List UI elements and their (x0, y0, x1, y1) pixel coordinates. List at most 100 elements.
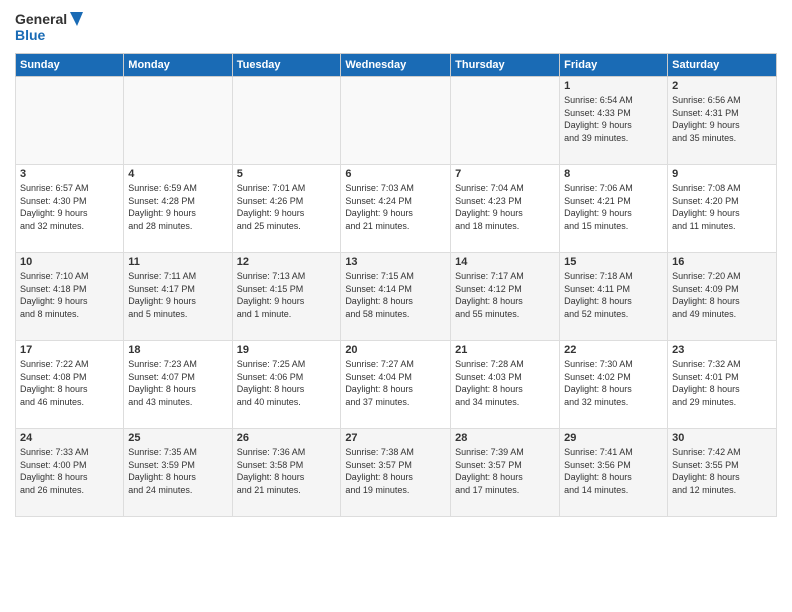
day-info: Sunrise: 7:35 AM Sunset: 3:59 PM Dayligh… (128, 446, 227, 496)
day-number: 4 (128, 168, 227, 180)
day-number: 11 (128, 256, 227, 268)
day-number: 7 (455, 168, 555, 180)
day-number: 3 (20, 168, 119, 180)
calendar-cell: 17 Sunrise: 7:22 AM Sunset: 4:08 PM Dayli… (16, 341, 124, 429)
day-info: Sunrise: 7:17 AM Sunset: 4:12 PM Dayligh… (455, 270, 555, 320)
day-number: 22 (564, 344, 663, 356)
week-row-4: 24 Sunrise: 7:33 AM Sunset: 4:00 PM Dayli… (16, 429, 777, 517)
week-row-2: 10Sunrise: 7:10 AM Sunset: 4:18 PM Dayli… (16, 253, 777, 341)
day-number: 18 (128, 344, 227, 356)
day-number: 12 (237, 256, 337, 268)
calendar-cell (341, 77, 451, 165)
calendar-cell: 2 Sunrise: 6:56 AM Sunset: 4:31 PM Daylig… (668, 77, 777, 165)
day-info: Sunrise: 7:38 AM Sunset: 3:57 PM Dayligh… (345, 446, 446, 496)
weekday-header-saturday: Saturday (668, 54, 777, 77)
day-info: Sunrise: 6:59 AM Sunset: 4:28 PM Dayligh… (128, 182, 227, 232)
svg-text:General: General (15, 11, 67, 27)
day-info: Sunrise: 7:39 AM Sunset: 3:57 PM Dayligh… (455, 446, 555, 496)
day-number: 19 (237, 344, 337, 356)
day-number: 1 (564, 80, 663, 92)
day-info: Sunrise: 6:57 AM Sunset: 4:30 PM Dayligh… (20, 182, 119, 232)
week-row-0: 1 Sunrise: 6:54 AM Sunset: 4:33 PM Daylig… (16, 77, 777, 165)
day-info: Sunrise: 7:20 AM Sunset: 4:09 PM Dayligh… (672, 270, 772, 320)
calendar-cell: 13 Sunrise: 7:15 AM Sunset: 4:14 PM Dayli… (341, 253, 451, 341)
calendar-cell: 22 Sunrise: 7:30 AM Sunset: 4:02 PM Dayli… (560, 341, 668, 429)
calendar-cell: 30Sunrise: 7:42 AM Sunset: 3:55 PM Dayli… (668, 429, 777, 517)
day-number: 15 (564, 256, 663, 268)
logo-icon: GeneralBlue (15, 10, 85, 45)
svg-text:Blue: Blue (15, 27, 46, 43)
day-info: Sunrise: 7:33 AM Sunset: 4:00 PM Dayligh… (20, 446, 119, 496)
calendar-cell: 19 Sunrise: 7:25 AM Sunset: 4:06 PM Dayli… (232, 341, 341, 429)
calendar-cell (124, 77, 232, 165)
weekday-header-sunday: Sunday (16, 54, 124, 77)
day-info: Sunrise: 7:23 AM Sunset: 4:07 PM Dayligh… (128, 358, 227, 408)
day-info: Sunrise: 7:36 AM Sunset: 3:58 PM Dayligh… (237, 446, 337, 496)
day-info: Sunrise: 7:15 AM Sunset: 4:14 PM Dayligh… (345, 270, 446, 320)
calendar-cell (16, 77, 124, 165)
calendar-cell: 3 Sunrise: 6:57 AM Sunset: 4:30 PM Daylig… (16, 165, 124, 253)
day-info: Sunrise: 7:30 AM Sunset: 4:02 PM Dayligh… (564, 358, 663, 408)
day-info: Sunrise: 6:54 AM Sunset: 4:33 PM Dayligh… (564, 94, 663, 144)
day-number: 14 (455, 256, 555, 268)
weekday-header-friday: Friday (560, 54, 668, 77)
weekday-header-row: SundayMondayTuesdayWednesdayThursdayFrid… (16, 54, 777, 77)
calendar-cell: 1 Sunrise: 6:54 AM Sunset: 4:33 PM Daylig… (560, 77, 668, 165)
calendar: SundayMondayTuesdayWednesdayThursdayFrid… (15, 53, 777, 517)
calendar-cell: 27 Sunrise: 7:38 AM Sunset: 3:57 PM Dayli… (341, 429, 451, 517)
calendar-cell: 18 Sunrise: 7:23 AM Sunset: 4:07 PM Dayli… (124, 341, 232, 429)
day-info: Sunrise: 7:22 AM Sunset: 4:08 PM Dayligh… (20, 358, 119, 408)
weekday-header-monday: Monday (124, 54, 232, 77)
day-info: Sunrise: 7:01 AM Sunset: 4:26 PM Dayligh… (237, 182, 337, 232)
calendar-cell: 28 Sunrise: 7:39 AM Sunset: 3:57 PM Dayli… (451, 429, 560, 517)
page: GeneralBlue SundayMondayTuesdayWednesday… (0, 0, 792, 612)
day-number: 23 (672, 344, 772, 356)
calendar-cell: 24 Sunrise: 7:33 AM Sunset: 4:00 PM Dayli… (16, 429, 124, 517)
day-info: Sunrise: 6:56 AM Sunset: 4:31 PM Dayligh… (672, 94, 772, 144)
calendar-cell: 10Sunrise: 7:10 AM Sunset: 4:18 PM Dayli… (16, 253, 124, 341)
day-info: Sunrise: 7:04 AM Sunset: 4:23 PM Dayligh… (455, 182, 555, 232)
day-info: Sunrise: 7:13 AM Sunset: 4:15 PM Dayligh… (237, 270, 337, 320)
day-number: 17 (20, 344, 119, 356)
day-info: Sunrise: 7:10 AM Sunset: 4:18 PM Dayligh… (20, 270, 119, 320)
calendar-cell: 7 Sunrise: 7:04 AM Sunset: 4:23 PM Daylig… (451, 165, 560, 253)
calendar-cell: 25 Sunrise: 7:35 AM Sunset: 3:59 PM Dayli… (124, 429, 232, 517)
weekday-header-thursday: Thursday (451, 54, 560, 77)
calendar-cell: 23 Sunrise: 7:32 AM Sunset: 4:01 PM Dayli… (668, 341, 777, 429)
day-info: Sunrise: 7:28 AM Sunset: 4:03 PM Dayligh… (455, 358, 555, 408)
day-info: Sunrise: 7:41 AM Sunset: 3:56 PM Dayligh… (564, 446, 663, 496)
calendar-cell: 20 Sunrise: 7:27 AM Sunset: 4:04 PM Dayli… (341, 341, 451, 429)
day-info: Sunrise: 7:27 AM Sunset: 4:04 PM Dayligh… (345, 358, 446, 408)
day-number: 24 (20, 432, 119, 444)
day-number: 5 (237, 168, 337, 180)
day-info: Sunrise: 7:03 AM Sunset: 4:24 PM Dayligh… (345, 182, 446, 232)
day-number: 2 (672, 80, 772, 92)
day-number: 25 (128, 432, 227, 444)
calendar-cell: 6Sunrise: 7:03 AM Sunset: 4:24 PM Daylig… (341, 165, 451, 253)
day-info: Sunrise: 7:32 AM Sunset: 4:01 PM Dayligh… (672, 358, 772, 408)
day-number: 13 (345, 256, 446, 268)
calendar-cell: 21Sunrise: 7:28 AM Sunset: 4:03 PM Dayli… (451, 341, 560, 429)
calendar-cell: 14 Sunrise: 7:17 AM Sunset: 4:12 PM Dayli… (451, 253, 560, 341)
weekday-header-wednesday: Wednesday (341, 54, 451, 77)
day-info: Sunrise: 7:11 AM Sunset: 4:17 PM Dayligh… (128, 270, 227, 320)
logo: GeneralBlue (15, 10, 85, 45)
day-number: 9 (672, 168, 772, 180)
day-info: Sunrise: 7:42 AM Sunset: 3:55 PM Dayligh… (672, 446, 772, 496)
day-number: 16 (672, 256, 772, 268)
day-info: Sunrise: 7:25 AM Sunset: 4:06 PM Dayligh… (237, 358, 337, 408)
header: GeneralBlue (15, 10, 777, 45)
calendar-cell: 8Sunrise: 7:06 AM Sunset: 4:21 PM Daylig… (560, 165, 668, 253)
calendar-cell: 15 Sunrise: 7:18 AM Sunset: 4:11 PM Dayli… (560, 253, 668, 341)
day-number: 20 (345, 344, 446, 356)
day-info: Sunrise: 7:08 AM Sunset: 4:20 PM Dayligh… (672, 182, 772, 232)
day-info: Sunrise: 7:18 AM Sunset: 4:11 PM Dayligh… (564, 270, 663, 320)
week-row-3: 17 Sunrise: 7:22 AM Sunset: 4:08 PM Dayli… (16, 341, 777, 429)
calendar-cell (451, 77, 560, 165)
calendar-cell: 16 Sunrise: 7:20 AM Sunset: 4:09 PM Dayli… (668, 253, 777, 341)
calendar-cell: 5 Sunrise: 7:01 AM Sunset: 4:26 PM Daylig… (232, 165, 341, 253)
calendar-cell: 29Sunrise: 7:41 AM Sunset: 3:56 PM Dayli… (560, 429, 668, 517)
day-number: 28 (455, 432, 555, 444)
calendar-cell: 26Sunrise: 7:36 AM Sunset: 3:58 PM Dayli… (232, 429, 341, 517)
day-number: 27 (345, 432, 446, 444)
